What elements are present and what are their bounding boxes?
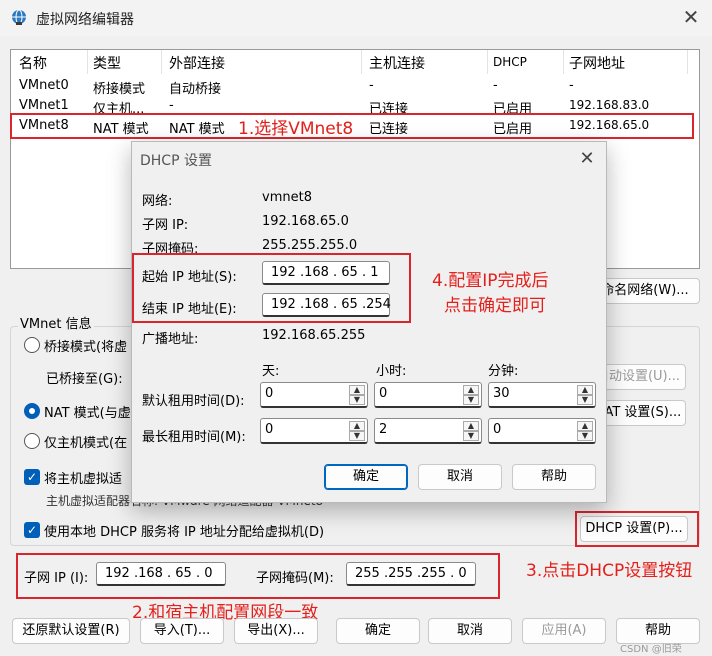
vmnet-info-label: VMnet 信息 <box>18 313 94 332</box>
close-icon[interactable]: ✕ <box>680 6 702 28</box>
col-minutes-label: 分钟: <box>488 364 519 379</box>
spin-down-icon[interactable]: ▼ <box>463 431 479 441</box>
spin-up-icon[interactable]: ▲ <box>463 385 479 395</box>
title-bar: 虚拟网络编辑器 ✕ <box>0 0 712 36</box>
start-ip-label: 起始 IP 地址(S): <box>142 270 237 285</box>
broadcast-label: 广播地址: <box>142 332 199 347</box>
col-header-host[interactable]: 主机连接 <box>369 53 425 73</box>
spin-down-icon[interactable]: ▼ <box>577 431 593 441</box>
dhcp-settings-button[interactable]: DHCP 设置(P)... <box>580 516 688 542</box>
connect-adapter-checkbox[interactable]: ✓ <box>24 469 40 485</box>
col-header-name[interactable]: 名称 <box>19 53 47 73</box>
end-ip-input[interactable]: 192 .168 . 65 .254 <box>262 293 391 317</box>
dhcp-settings-dialog: DHCP 设置 ✕ 网络: vmnet8 子网 IP: 192.168.65.0… <box>131 141 607 503</box>
default-lease-label: 默认租用时间(D): <box>142 394 245 409</box>
spin-up-icon[interactable]: ▲ <box>463 421 479 431</box>
row-cell: VMnet1 <box>19 98 69 113</box>
dhcp-checkbox[interactable]: ✓ <box>24 522 40 538</box>
start-ip-input[interactable]: 192 .168 . 65 . 1 <box>262 261 390 285</box>
dhcp-dialog-title: DHCP 设置 <box>140 153 212 169</box>
default-lease-minutes-spinner[interactable]: 30 ▲ ▼ <box>488 382 596 408</box>
row-cell: - <box>569 78 574 93</box>
import-button[interactable]: 导入(T)... <box>140 618 224 644</box>
spin-down-icon[interactable]: ▼ <box>577 395 593 405</box>
max-lease-label: 最长租用时间(M): <box>142 430 246 445</box>
subnet-mask-label: 子网掩码(M): <box>256 571 334 586</box>
window-title: 虚拟网络编辑器 <box>36 12 134 28</box>
subnet-mask-value: 255.255.255.0 <box>262 238 358 253</box>
row-cell: 192.168.83.0 <box>569 98 650 112</box>
hostonly-radio[interactable] <box>24 433 40 449</box>
bridged-to-label: 已桥接至(G): <box>46 372 123 387</box>
default-lease-hours-spinner[interactable]: 0 ▲ ▼ <box>374 382 482 408</box>
max-lease-minutes-spinner[interactable]: 0 ▲ ▼ <box>488 418 596 444</box>
subnet-ip-input[interactable]: 192 .168 . 65 . 0 <box>96 562 226 586</box>
row-cell: 自动桥接 <box>169 82 222 97</box>
nat-label[interactable]: NAT 模式(与虚 <box>44 402 131 421</box>
broadcast-value: 192.168.65.255 <box>262 328 366 343</box>
max-lease-days-spinner[interactable]: 0 ▲ ▼ <box>260 418 368 444</box>
row-cell: - <box>169 98 174 113</box>
annotation-step4-line2: 点击确定即可 <box>444 296 546 316</box>
bridged-label[interactable]: 桥接模式(将虚 <box>44 336 127 355</box>
col-header-type[interactable]: 类型 <box>93 53 121 73</box>
row-cell: VMnet0 <box>19 78 69 93</box>
subnet-mask-input[interactable]: 255 .255 .255 . 0 <box>346 562 476 586</box>
default-lease-days-spinner[interactable]: 0 ▲ ▼ <box>260 382 368 408</box>
max-lease-hours-spinner[interactable]: 2 ▲ ▼ <box>374 418 482 444</box>
ok-button[interactable]: 确定 <box>336 618 420 644</box>
spin-up-icon[interactable]: ▲ <box>577 385 593 395</box>
cancel-button[interactable]: 取消 <box>428 618 512 644</box>
subnet-ip-label: 子网 IP (I): <box>24 571 89 586</box>
col-days-label: 天: <box>262 364 280 379</box>
bridged-radio[interactable] <box>24 337 40 353</box>
spin-up-icon[interactable]: ▲ <box>577 421 593 431</box>
col-hours-label: 小时: <box>376 364 407 379</box>
row-cell: 桥接模式 <box>93 82 146 97</box>
spin-up-icon[interactable]: ▲ <box>349 421 365 431</box>
annotation-step1: 1.选择VMnet8 <box>238 119 354 139</box>
col-header-dhcp[interactable]: DHCP <box>493 55 527 75</box>
apply-button[interactable]: 应用(A) <box>522 618 606 644</box>
dhcp-cancel-button[interactable]: 取消 <box>418 464 502 490</box>
connect-adapter-label[interactable]: 将主机虚拟适 <box>44 468 122 487</box>
watermark: CSDN @旧荣 <box>620 644 682 655</box>
spin-up-icon[interactable]: ▲ <box>349 385 365 395</box>
subnet-ip-value: 192.168.65.0 <box>262 214 349 229</box>
col-header-external[interactable]: 外部连接 <box>169 53 225 73</box>
network-label: 网络: <box>142 194 173 209</box>
network-value: vmnet8 <box>262 190 312 205</box>
restore-defaults-button[interactable]: 还原默认设置(R) <box>12 618 130 644</box>
spin-down-icon[interactable]: ▼ <box>349 395 365 405</box>
dhcp-help-button[interactable]: 帮助 <box>512 464 596 490</box>
row-cell: - <box>369 78 374 93</box>
subnet-ip-label: 子网 IP: <box>142 218 189 233</box>
hostonly-label[interactable]: 仅主机模式(在 <box>44 432 127 451</box>
col-header-subnet[interactable]: 子网地址 <box>569 53 625 73</box>
end-ip-label: 结束 IP 地址(E): <box>142 302 237 317</box>
annotation-step3: 3.点击DHCP设置按钮 <box>526 561 693 581</box>
spin-down-icon[interactable]: ▼ <box>463 395 479 405</box>
annotation-step4-line1: 4.配置IP完成后 <box>432 271 549 291</box>
network-globe-icon <box>12 9 26 25</box>
export-button[interactable]: 导出(X)... <box>234 618 318 644</box>
row-cell: - <box>493 78 498 93</box>
close-icon[interactable]: ✕ <box>576 148 598 170</box>
dhcp-checkbox-label[interactable]: 使用本地 DHCP 服务将 IP 地址分配给虚拟机(D) <box>44 521 324 540</box>
nat-radio[interactable] <box>24 403 40 419</box>
dhcp-ok-button[interactable]: 确定 <box>324 464 408 490</box>
spin-down-icon[interactable]: ▼ <box>349 431 365 441</box>
